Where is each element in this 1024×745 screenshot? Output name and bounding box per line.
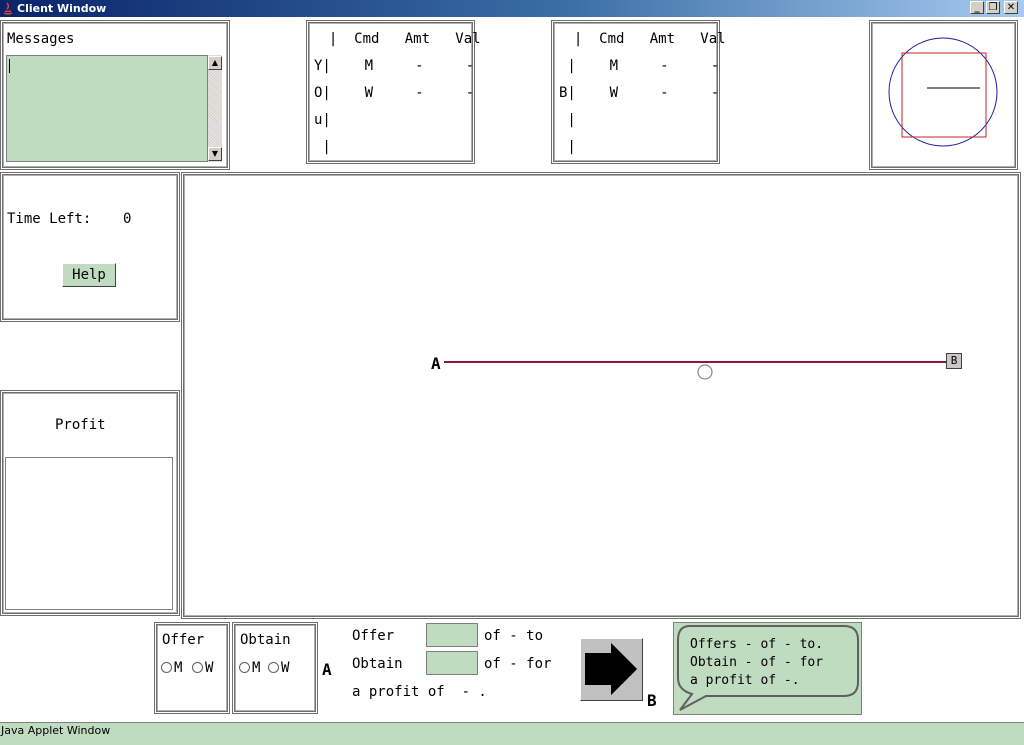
field-line-diagram [444,361,950,380]
offer-m-radio[interactable] [161,662,172,673]
offer-suffix: of - to [484,628,544,644]
your-table-row: Y| M - - [314,58,475,74]
bubble-line: Offers - of - to. [690,637,824,652]
profit-title: Profit [55,417,106,433]
send-arrow-icon [585,643,637,695]
obtain-select-title: Obtain [240,632,291,648]
messages-textarea[interactable] [6,55,208,162]
send-offer-button[interactable] [580,638,643,701]
scroll-up-icon[interactable]: ▲ [208,56,222,70]
b-table-row: | M - - [559,58,720,74]
profit-line: a profit of - . [352,684,487,700]
obtain-amount-input[interactable] [426,651,478,675]
bubble-line: a profit of -. [690,673,800,688]
b-table-row: | [559,139,576,155]
b-table-header: | Cmd Amt Val [557,31,726,47]
offer-w-label: W [205,660,214,676]
messages-title: Messages [7,31,75,47]
text-cursor [9,59,10,73]
position-marker [697,364,713,380]
point-b-box[interactable]: B [946,353,962,369]
offer-label: Offer [352,628,395,644]
offer-select-title: Offer [162,632,205,648]
restore-button[interactable]: ❐ [986,1,1000,14]
obtain-suffix: of - for [484,656,552,672]
minimize-button[interactable]: _ [970,1,984,14]
offer-w-radio[interactable] [192,662,203,673]
main-field [181,172,1021,619]
your-table-row: u| [314,112,331,128]
your-table-header: | Cmd Amt Val [312,31,481,47]
trade-label-a: A [322,660,332,679]
offer-m-label: M [174,660,183,676]
time-panel [0,172,180,322]
your-table-row: | [314,139,331,155]
minimap-diagram [888,37,998,147]
trade-label-b: B [647,691,657,710]
time-left-value: 0 [123,211,132,227]
obtain-m-label: M [252,660,261,676]
obtain-m-radio[interactable] [239,662,250,673]
minimap-circle [888,37,998,147]
obtain-w-radio[interactable] [268,662,279,673]
obtain-label: Obtain [352,656,403,672]
bubble-line: Obtain - of - for [690,655,824,670]
messages-scrollbar[interactable] [208,55,222,162]
scroll-down-icon[interactable]: ▼ [208,147,222,161]
java-icon [2,1,14,15]
status-bar [0,722,1024,745]
window-title: Client Window [17,2,107,15]
offer-amount-input[interactable] [426,623,478,647]
b-table-row: B| W - - [559,85,720,101]
your-table-row: O| W - - [314,85,475,101]
minimap-square [901,52,987,138]
time-left-label: Time Left: [7,211,92,227]
b-table-row: | [559,112,576,128]
title-bar [0,0,1024,17]
close-button[interactable]: ✕ [1004,1,1018,14]
profit-display [5,457,173,610]
status-text: Java Applet Window [1,724,111,737]
obtain-w-label: W [281,660,290,676]
help-button[interactable]: Help [62,263,116,287]
